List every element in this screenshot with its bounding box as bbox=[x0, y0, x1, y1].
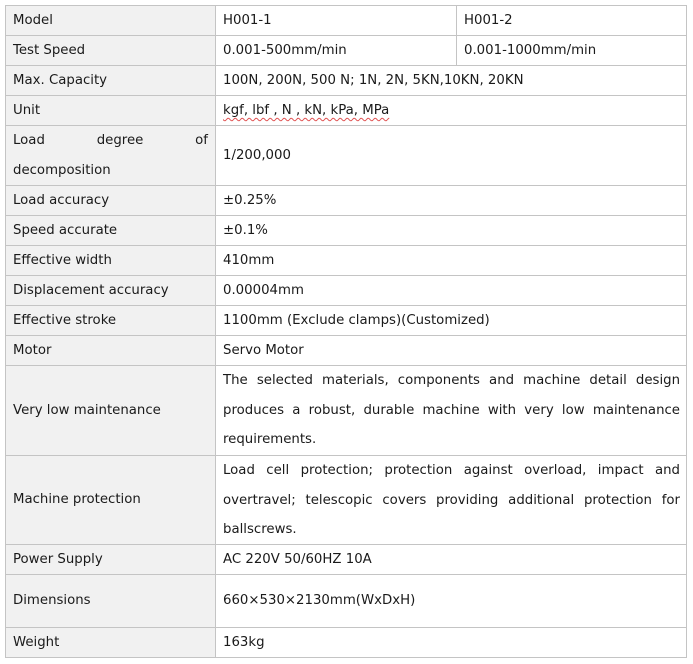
table-row: Load accuracy ±0.25% bbox=[5, 185, 687, 215]
row-label: Load accuracy bbox=[5, 185, 215, 215]
row-label: Speed accurate bbox=[5, 215, 215, 245]
row-label: Load degree of decomposition bbox=[5, 125, 215, 185]
unit-text: kgf, lbf , N , kN, kPa, MPa bbox=[223, 103, 390, 118]
row-value-2: H001-2 bbox=[456, 5, 687, 35]
row-value: H001-1 bbox=[215, 5, 456, 35]
row-value: ±0.25% bbox=[215, 185, 687, 215]
row-value: 0.001-500mm/min bbox=[215, 35, 456, 65]
row-value: kgf, lbf , N , kN, kPa, MPa bbox=[215, 95, 687, 125]
label-line-1: Load degree of bbox=[13, 126, 215, 156]
row-value: 163kg bbox=[215, 627, 687, 658]
table-row: Test Speed 0.001-500mm/min 0.001-1000mm/… bbox=[5, 35, 687, 65]
row-value: ±0.1% bbox=[215, 215, 687, 245]
row-value: Servo Motor bbox=[215, 335, 687, 365]
table-row: Unit kgf, lbf , N , kN, kPa, MPa bbox=[5, 95, 687, 125]
row-value: AC 220V 50/60HZ 10A bbox=[215, 544, 687, 574]
row-value: 660×530×2130mm(WxDxH) bbox=[215, 574, 687, 627]
table-row: Max. Capacity 100N, 200N, 500 N; 1N, 2N,… bbox=[5, 65, 687, 95]
row-label: Power Supply bbox=[5, 544, 215, 574]
row-label: Motor bbox=[5, 335, 215, 365]
row-label: Max. Capacity bbox=[5, 65, 215, 95]
row-value: 100N, 200N, 500 N; 1N, 2N, 5KN,10KN, 20K… bbox=[215, 65, 687, 95]
table-row: Very low maintenance The selected materi… bbox=[5, 365, 687, 455]
row-label: Unit bbox=[5, 95, 215, 125]
row-label: Effective stroke bbox=[5, 305, 215, 335]
row-label: Displacement accuracy bbox=[5, 275, 215, 305]
table-row: Speed accurate ±0.1% bbox=[5, 215, 687, 245]
row-value: Load cell protection; protection against… bbox=[215, 455, 687, 544]
table-row: Power Supply AC 220V 50/60HZ 10A bbox=[5, 544, 687, 574]
row-label: Very low maintenance bbox=[5, 365, 215, 455]
row-value: 0.00004mm bbox=[215, 275, 687, 305]
row-label: Effective width bbox=[5, 245, 215, 275]
label-word: degree bbox=[96, 133, 144, 148]
table-row: Dimensions 660×530×2130mm(WxDxH) bbox=[5, 574, 687, 627]
row-label: Model bbox=[5, 5, 215, 35]
row-value: 410mm bbox=[215, 245, 687, 275]
row-value-2: 0.001-1000mm/min bbox=[456, 35, 687, 65]
label-word: of bbox=[195, 133, 208, 148]
spec-table: Model H001-1 H001-2 Test Speed 0.001-500… bbox=[5, 5, 687, 659]
row-value: 1/200,000 bbox=[215, 125, 687, 185]
row-label: Weight bbox=[5, 627, 215, 658]
table-row: Effective stroke 1100mm (Exclude clamps)… bbox=[5, 305, 687, 335]
table-row: Displacement accuracy 0.00004mm bbox=[5, 275, 687, 305]
row-value: 1100mm (Exclude clamps)(Customized) bbox=[215, 305, 687, 335]
row-label: Machine protection bbox=[5, 455, 215, 544]
label-line-2: decomposition bbox=[13, 162, 111, 178]
table-row: Effective width 410mm bbox=[5, 245, 687, 275]
row-value: The selected materials, components and m… bbox=[215, 365, 687, 455]
table-row: Model H001-1 H001-2 bbox=[5, 5, 687, 35]
table-row: Weight 163kg bbox=[5, 627, 687, 658]
row-label: Test Speed bbox=[5, 35, 215, 65]
table-row: Machine protection Load cell protection;… bbox=[5, 455, 687, 544]
label-word: Load bbox=[13, 133, 45, 148]
table-row: Load degree of decomposition 1/200,000 bbox=[5, 125, 687, 185]
table-row: Motor Servo Motor bbox=[5, 335, 687, 365]
row-label: Dimensions bbox=[5, 574, 215, 627]
